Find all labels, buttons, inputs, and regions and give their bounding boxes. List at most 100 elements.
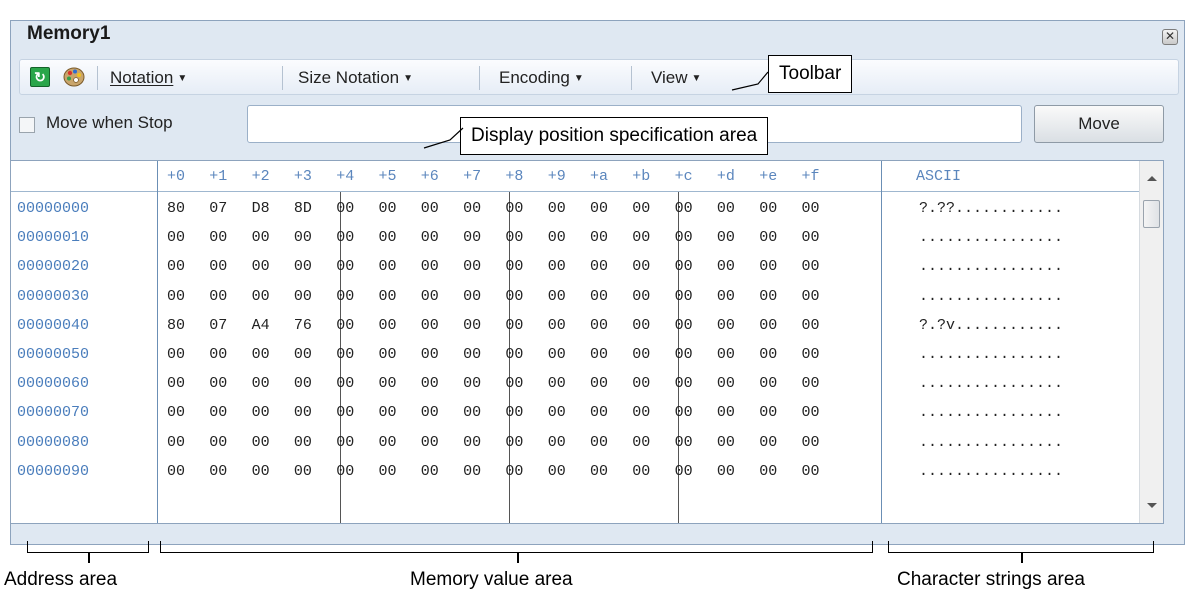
encoding-menu[interactable]: Encoding ▼ — [499, 68, 584, 88]
address-cell[interactable]: 00000000 — [17, 200, 89, 217]
address-cell[interactable]: 00000020 — [17, 258, 89, 275]
memory-byte-cell[interactable]: 00 — [167, 375, 185, 392]
memory-byte-cell[interactable]: 00 — [590, 434, 608, 451]
memory-byte-cell[interactable]: 00 — [421, 434, 439, 451]
ascii-cell[interactable]: ................ — [919, 463, 1063, 480]
memory-byte-cell[interactable]: 00 — [505, 463, 523, 480]
memory-byte-cell[interactable]: 00 — [463, 346, 481, 363]
memory-byte-cell[interactable]: 00 — [421, 200, 439, 217]
memory-byte-cell[interactable]: A4 — [252, 317, 270, 334]
memory-byte-cell[interactable]: 00 — [167, 434, 185, 451]
memory-byte-cell[interactable]: 00 — [717, 288, 735, 305]
memory-byte-cell[interactable]: 00 — [463, 288, 481, 305]
ascii-cell[interactable]: ................ — [919, 434, 1063, 451]
memory-byte-cell[interactable]: 00 — [505, 200, 523, 217]
memory-byte-cell[interactable]: 00 — [505, 404, 523, 421]
memory-byte-cell[interactable]: 00 — [252, 258, 270, 275]
memory-byte-cell[interactable]: 00 — [463, 200, 481, 217]
memory-byte-cell[interactable]: 00 — [379, 346, 397, 363]
memory-byte-cell[interactable]: 00 — [505, 229, 523, 246]
memory-byte-cell[interactable]: 00 — [379, 404, 397, 421]
memory-byte-cell[interactable]: 00 — [336, 258, 354, 275]
memory-byte-cell[interactable]: 00 — [590, 200, 608, 217]
memory-byte-cell[interactable]: 00 — [717, 229, 735, 246]
memory-byte-cell[interactable]: 00 — [590, 229, 608, 246]
memory-byte-cell[interactable]: 00 — [379, 258, 397, 275]
ascii-cell[interactable]: ................ — [919, 229, 1063, 246]
memory-byte-cell[interactable]: 00 — [675, 434, 693, 451]
memory-byte-cell[interactable]: 00 — [759, 375, 777, 392]
memory-byte-cell[interactable]: 00 — [505, 258, 523, 275]
vertical-scrollbar[interactable] — [1139, 161, 1163, 523]
memory-byte-cell[interactable]: 00 — [336, 288, 354, 305]
memory-byte-cell[interactable]: 00 — [379, 317, 397, 334]
memory-byte-cell[interactable]: 00 — [759, 288, 777, 305]
memory-byte-cell[interactable]: 00 — [632, 346, 650, 363]
memory-byte-cell[interactable]: 00 — [209, 463, 227, 480]
address-cell[interactable]: 00000030 — [17, 288, 89, 305]
ascii-cell[interactable]: ................ — [919, 375, 1063, 392]
memory-byte-cell[interactable]: 00 — [252, 375, 270, 392]
memory-byte-cell[interactable]: 00 — [421, 346, 439, 363]
memory-byte-cell[interactable]: 00 — [548, 463, 566, 480]
memory-byte-cell[interactable]: 00 — [379, 375, 397, 392]
memory-byte-cell[interactable]: 00 — [717, 434, 735, 451]
memory-byte-cell[interactable]: 80 — [167, 200, 185, 217]
address-cell[interactable]: 00000070 — [17, 404, 89, 421]
memory-byte-cell[interactable]: 00 — [759, 200, 777, 217]
memory-byte-cell[interactable]: 00 — [590, 463, 608, 480]
memory-byte-cell[interactable]: 00 — [548, 200, 566, 217]
memory-byte-cell[interactable]: 00 — [548, 346, 566, 363]
memory-byte-cell[interactable]: 00 — [632, 375, 650, 392]
memory-byte-cell[interactable]: 00 — [717, 404, 735, 421]
memory-byte-cell[interactable]: 00 — [421, 229, 439, 246]
memory-byte-cell[interactable]: 00 — [802, 229, 820, 246]
memory-byte-cell[interactable]: 00 — [463, 258, 481, 275]
memory-byte-cell[interactable]: 00 — [421, 404, 439, 421]
memory-byte-cell[interactable]: 00 — [421, 288, 439, 305]
memory-byte-cell[interactable]: 00 — [463, 317, 481, 334]
memory-byte-cell[interactable]: 00 — [379, 288, 397, 305]
memory-byte-cell[interactable]: 00 — [590, 346, 608, 363]
memory-byte-cell[interactable]: 00 — [336, 317, 354, 334]
memory-byte-cell[interactable]: 00 — [632, 288, 650, 305]
memory-byte-cell[interactable]: 00 — [675, 288, 693, 305]
memory-byte-cell[interactable]: 00 — [336, 404, 354, 421]
ascii-cell[interactable]: ?.??............ — [919, 200, 1063, 217]
memory-byte-cell[interactable]: 00 — [167, 346, 185, 363]
ascii-cell[interactable]: ................ — [919, 404, 1063, 421]
memory-byte-cell[interactable]: 00 — [590, 258, 608, 275]
memory-byte-cell[interactable]: 00 — [675, 346, 693, 363]
memory-byte-cell[interactable]: 00 — [802, 346, 820, 363]
memory-byte-cell[interactable]: 00 — [548, 258, 566, 275]
address-cell[interactable]: 00000060 — [17, 375, 89, 392]
memory-byte-cell[interactable]: 00 — [675, 317, 693, 334]
memory-byte-cell[interactable]: 00 — [632, 229, 650, 246]
move-when-stop-checkbox[interactable] — [19, 117, 35, 133]
memory-byte-cell[interactable]: 00 — [336, 375, 354, 392]
memory-byte-cell[interactable]: 00 — [759, 258, 777, 275]
memory-byte-cell[interactable]: 00 — [590, 404, 608, 421]
memory-byte-cell[interactable]: 00 — [252, 229, 270, 246]
memory-byte-cell[interactable]: 00 — [717, 463, 735, 480]
memory-byte-cell[interactable]: 00 — [505, 434, 523, 451]
memory-byte-cell[interactable]: 00 — [802, 404, 820, 421]
memory-byte-cell[interactable]: 00 — [675, 375, 693, 392]
memory-byte-cell[interactable]: 00 — [463, 404, 481, 421]
address-cell[interactable]: 00000080 — [17, 434, 89, 451]
memory-byte-cell[interactable]: 00 — [548, 434, 566, 451]
memory-byte-cell[interactable]: 00 — [294, 288, 312, 305]
memory-byte-cell[interactable]: 00 — [336, 229, 354, 246]
memory-byte-cell[interactable]: 00 — [209, 229, 227, 246]
memory-byte-cell[interactable]: 00 — [505, 288, 523, 305]
memory-byte-cell[interactable]: 00 — [209, 404, 227, 421]
memory-byte-cell[interactable]: 00 — [167, 463, 185, 480]
memory-byte-cell[interactable]: 00 — [167, 258, 185, 275]
memory-byte-cell[interactable]: 00 — [463, 463, 481, 480]
close-icon[interactable]: ✕ — [1162, 29, 1178, 45]
memory-byte-cell[interactable]: 00 — [294, 434, 312, 451]
memory-byte-cell[interactable]: 00 — [802, 375, 820, 392]
memory-byte-cell[interactable]: 00 — [632, 258, 650, 275]
memory-byte-cell[interactable]: 00 — [632, 404, 650, 421]
ascii-cell[interactable]: ?.?v............ — [919, 317, 1063, 334]
